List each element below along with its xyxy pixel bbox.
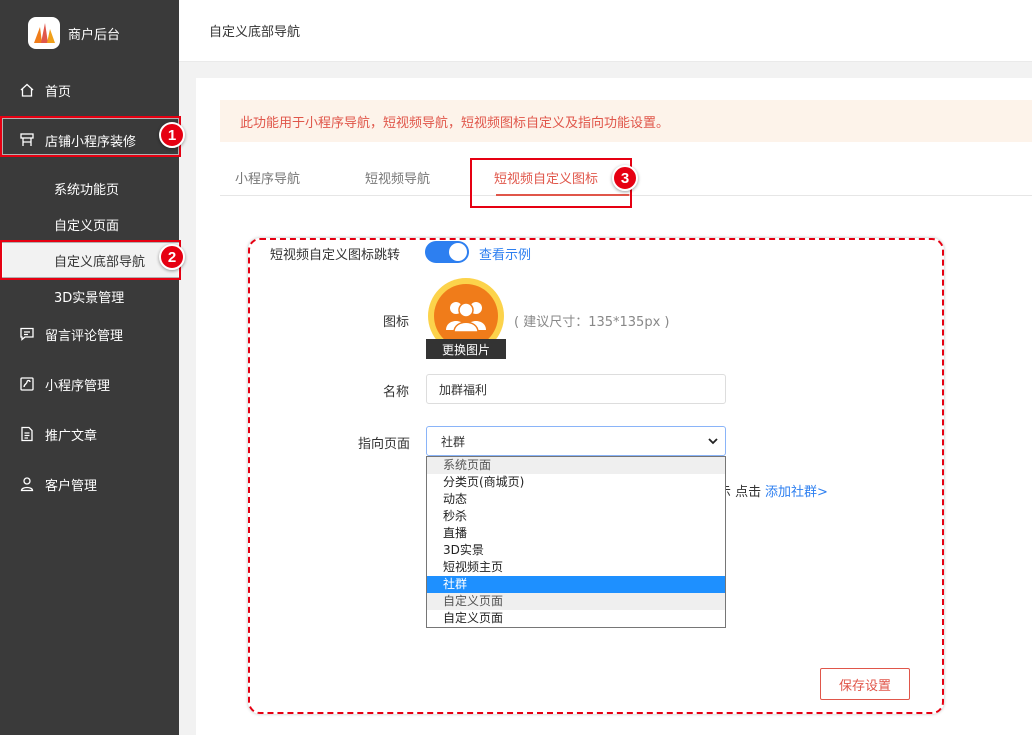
sidebar-subitem-custom-bottom-nav[interactable]: 自定义底部导航 <box>0 243 179 277</box>
sidebar-subitem-custom-pages[interactable]: 自定义页面 <box>0 207 179 241</box>
dropdown-option[interactable]: 秒杀 <box>427 508 725 525</box>
dropdown-option[interactable]: 分类页(商城页) <box>427 474 725 491</box>
sidebar-item-label: 推广文章 <box>45 428 98 444</box>
main-panel: 此功能用于小程序导航，短视频导航，短视频图标自定义及指向功能设置。 小程序导航 … <box>196 78 1032 735</box>
sidebar-subitem-label: 自定义页面 <box>54 218 120 234</box>
sidebar-subitem-system-pages[interactable]: 系统功能页 <box>0 171 179 205</box>
brand-name: 商户后台 <box>68 27 121 43</box>
sidebar-subitem-label: 系统功能页 <box>54 182 120 198</box>
dropdown-option[interactable]: 短视频主页 <box>427 559 725 576</box>
sidebar-item-articles[interactable]: 推广文章 <box>0 414 179 454</box>
store-icon <box>18 131 36 149</box>
tab-short-video-icon[interactable]: 短视频自定义图标 <box>494 168 598 187</box>
dropdown-option: 自定义页面 <box>427 593 725 610</box>
dropdown-option[interactable]: 直播 <box>427 525 725 542</box>
user-icon <box>18 475 36 493</box>
home-icon <box>18 81 36 99</box>
sidebar-item-label: 店铺小程序装修 <box>45 134 137 150</box>
brand[interactable]: 商户后台 <box>28 17 120 49</box>
sidebar-item-label: 客户管理 <box>45 478 98 494</box>
article-icon <box>18 425 36 443</box>
sidebar-item-customers[interactable]: 客户管理 <box>0 464 179 504</box>
dropdown-option[interactable]: 3D实景 <box>427 542 725 559</box>
sidebar-item-store-decoration[interactable]: 店铺小程序装修 <box>0 120 179 160</box>
sidebar: 商户后台 首页 店铺小程序装修 系统功能页 自定义页面 自定义底部导航 3D实景… <box>0 0 179 735</box>
sidebar-subitem-3d-scene[interactable]: 3D实景管理 <box>0 279 179 313</box>
sidebar-item-label: 小程序管理 <box>45 378 111 394</box>
page-title: 自定义底部导航 <box>209 25 301 40</box>
miniprogram-icon <box>18 375 36 393</box>
sidebar-item-miniprogram[interactable]: 小程序管理 <box>0 364 179 404</box>
sidebar-item-comments[interactable]: 留言评论管理 <box>0 314 179 354</box>
comment-icon <box>18 325 36 343</box>
target-page-dropdown: 系统页面 分类页(商城页) 动态 秒杀 直播 3D实景 短视频主页 社群 自定义… <box>426 456 726 628</box>
dropdown-option[interactable]: 动态 <box>427 491 725 508</box>
top-bar: 自定义底部导航 <box>179 0 1032 62</box>
notice-banner: 此功能用于小程序导航，短视频导航，短视频图标自定义及指向功能设置。 <box>220 100 1032 142</box>
brand-logo-icon <box>28 17 60 49</box>
dropdown-option: 系统页面 <box>427 457 725 474</box>
sidebar-item-label: 首页 <box>45 84 72 100</box>
sidebar-item-label: 留言评论管理 <box>45 328 124 344</box>
annotation-badge-1: 1 <box>159 122 185 148</box>
dropdown-option[interactable]: 自定义页面 <box>427 610 725 627</box>
annotation-badge-3: 3 <box>612 165 638 191</box>
dropdown-option-selected[interactable]: 社群 <box>427 576 725 593</box>
sidebar-item-home[interactable]: 首页 <box>0 70 179 110</box>
active-tab-underline <box>496 194 631 196</box>
annotation-badge-2: 2 <box>159 244 185 270</box>
tab-short-video-nav[interactable]: 短视频导航 <box>365 168 430 187</box>
sidebar-subitem-label: 3D实景管理 <box>54 290 125 306</box>
sidebar-subitem-label: 自定义底部导航 <box>54 254 146 270</box>
tab-miniprogram-nav[interactable]: 小程序导航 <box>235 168 300 187</box>
